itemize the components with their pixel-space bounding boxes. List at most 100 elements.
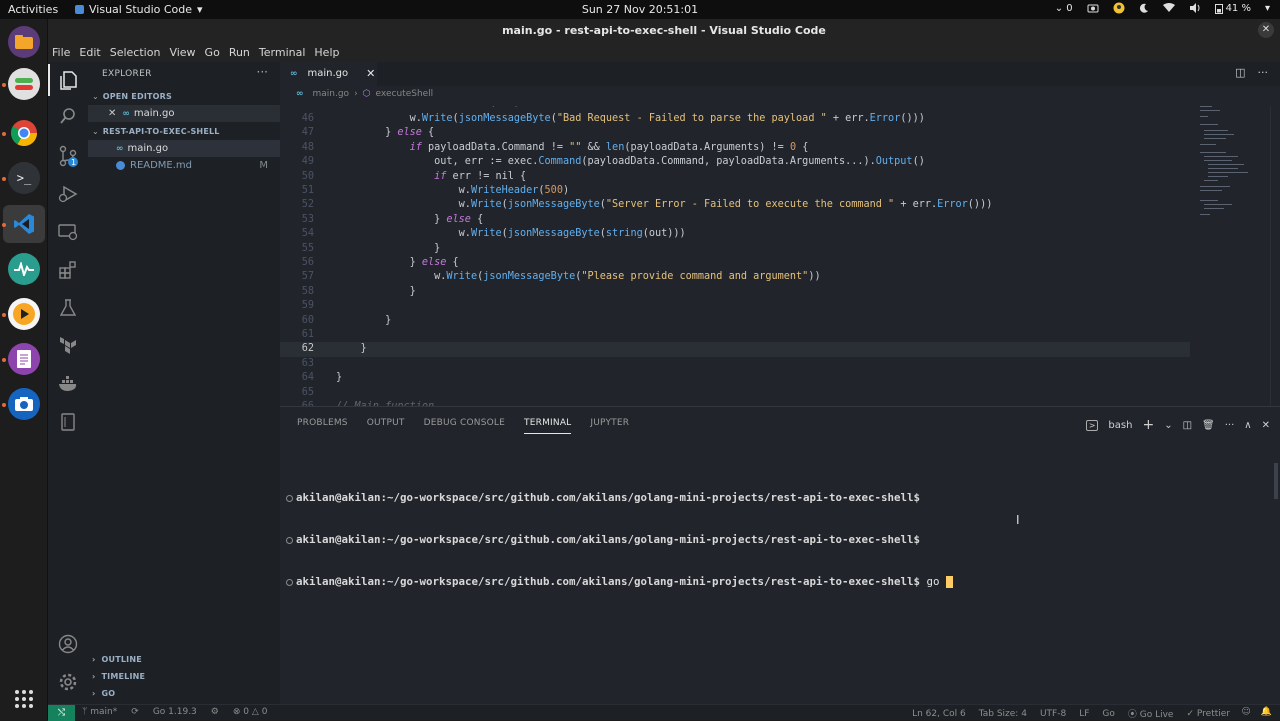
outline-section[interactable]: › OUTLINE [92, 651, 142, 668]
notification-indicator[interactable]: ⌄ 0 [1055, 3, 1073, 14]
close-window-button[interactable]: ✕ [1258, 22, 1274, 38]
system-tray[interactable]: ⌄ 0 41 % ▾ [1055, 2, 1270, 14]
remote-explorer-icon[interactable] [48, 214, 88, 250]
power-menu-icon[interactable]: ▾ [1265, 3, 1270, 14]
app-menu[interactable]: Visual Studio Code ▾ [75, 3, 203, 16]
show-applications-icon[interactable] [8, 683, 40, 715]
battery-indicator[interactable]: 41 % [1214, 3, 1251, 14]
split-editor-icon[interactable]: ◫ [1235, 66, 1245, 79]
code-line: 49 out, err := exec.Command(payloadData.… [301, 156, 925, 168]
tab-problems[interactable]: PROBLEMS [297, 418, 348, 434]
code-line: 54 w.Write(jsonMessageByte(string(out))) [301, 228, 686, 240]
menu-file[interactable]: File [52, 46, 70, 59]
extensions-icon[interactable] [48, 252, 88, 288]
code-area[interactable]: 45 w.WriteHeader(400) 46 w.Write(jsonMes… [280, 106, 1280, 406]
tab-terminal[interactable]: TERMINAL [524, 418, 572, 434]
code-line: 65 [301, 386, 314, 398]
chevron-down-icon[interactable]: ⌄ [1164, 420, 1172, 431]
prettier-button[interactable]: ✓ Prettier [1186, 709, 1230, 719]
tab-main-go[interactable]: ∞ main.go ✕ [280, 62, 377, 86]
editor-scrollbar[interactable] [1270, 106, 1280, 406]
chrome-icon[interactable] [8, 117, 40, 149]
screenshot-app-icon[interactable] [8, 388, 40, 420]
menu-help[interactable]: Help [314, 46, 339, 59]
file-item[interactable]: README.md M [88, 157, 280, 174]
screenshot-icon[interactable] [1087, 3, 1099, 13]
running-indicator [2, 177, 6, 181]
branch-indicator[interactable]: ᛘ main* [82, 707, 117, 717]
settings-toggle-icon[interactable] [8, 68, 40, 100]
minimap[interactable] [1196, 104, 1276, 224]
remote-indicator-icon[interactable]: ⤭ [48, 705, 75, 721]
wifi-icon[interactable] [1162, 3, 1175, 13]
open-editors-section[interactable]: ⌄ OPEN EDITORS [88, 88, 280, 105]
user-icon[interactable] [1113, 2, 1125, 14]
new-terminal-icon[interactable]: + [1142, 417, 1154, 433]
warning-icon: △ [251, 707, 259, 717]
project-section[interactable]: ⌄ REST-API-TO-EXEC-SHELL [88, 123, 280, 140]
go-env-icon[interactable]: ⚙ [211, 707, 219, 717]
go-version[interactable]: Go 1.19.3 [153, 707, 197, 717]
open-editor-item[interactable]: ✕ ∞ main.go [88, 105, 280, 122]
notebook-icon[interactable] [48, 404, 88, 440]
terminal-cursor [945, 576, 953, 588]
more-actions-icon[interactable]: ··· [1225, 420, 1235, 431]
run-debug-icon[interactable] [48, 176, 88, 212]
timeline-section[interactable]: › TIMELINE [92, 668, 145, 685]
running-indicator [2, 313, 6, 317]
terminal-scrollbar[interactable] [1274, 463, 1278, 499]
tab-jupyter[interactable]: JUPYTER [590, 418, 629, 434]
close-panel-icon[interactable]: ✕ [1262, 420, 1270, 431]
terminal-bash-icon[interactable]: > [1085, 419, 1099, 431]
accounts-icon[interactable] [48, 626, 88, 662]
cursor-position[interactable]: Ln 62, Col 6 [912, 709, 966, 719]
split-terminal-icon[interactable]: ◫ [1183, 420, 1192, 431]
go-section[interactable]: › GO [92, 685, 115, 702]
menu-edit[interactable]: Edit [79, 46, 100, 59]
text-editor-icon[interactable] [8, 343, 40, 375]
terminal-output[interactable]: akilan@akilan:~/go-workspace/src/github.… [286, 463, 953, 617]
health-app-icon[interactable] [8, 253, 40, 285]
shell-name[interactable]: bash [1108, 420, 1132, 431]
language-mode[interactable]: Go [1102, 709, 1114, 719]
explorer-icon[interactable] [48, 62, 88, 98]
activities-button[interactable]: Activities [8, 3, 58, 16]
feedback-icon[interactable]: ☺ [1241, 707, 1250, 717]
more-actions-icon[interactable]: ··· [1258, 66, 1269, 79]
sync-icon[interactable]: ⟳ [131, 707, 139, 717]
media-player-icon[interactable] [8, 298, 40, 330]
window-titlebar[interactable]: main.go - rest-api-to-exec-shell - Visua… [48, 19, 1280, 43]
close-icon[interactable]: ✕ [108, 108, 116, 119]
volume-icon[interactable] [1189, 3, 1201, 13]
vscode-icon[interactable] [8, 208, 40, 240]
menu-selection[interactable]: Selection [110, 46, 161, 59]
more-actions-icon[interactable]: ··· [257, 65, 268, 79]
menu-terminal[interactable]: Terminal [259, 46, 306, 59]
source-control-icon[interactable]: 1 [48, 138, 88, 174]
tab-output[interactable]: OUTPUT [367, 418, 405, 434]
encoding[interactable]: UTF-8 [1040, 709, 1066, 719]
search-icon[interactable] [48, 98, 88, 134]
go-live-button[interactable]: ⦿ Go Live [1128, 707, 1174, 720]
testing-flask-icon[interactable] [48, 290, 88, 326]
manage-gear-icon[interactable] [48, 664, 88, 700]
bell-icon[interactable]: 🔔 [1261, 707, 1272, 717]
menu-go[interactable]: Go [205, 46, 220, 59]
files-icon[interactable] [8, 26, 40, 58]
menu-run[interactable]: Run [229, 46, 250, 59]
double-check-icon: ✓ [1186, 708, 1197, 719]
tab-size[interactable]: Tab Size: 4 [979, 709, 1027, 719]
menu-view[interactable]: View [169, 46, 195, 59]
close-tab-icon[interactable]: ✕ [366, 67, 375, 80]
trash-icon[interactable]: 🗑 [1202, 420, 1215, 431]
vscode-small-icon [75, 5, 84, 14]
problems-indicator[interactable]: ⊗ 0 △ 0 [233, 707, 268, 717]
night-light-icon[interactable] [1139, 3, 1149, 13]
terraform-icon[interactable] [48, 328, 88, 364]
terminal-icon[interactable]: >_ [8, 162, 40, 194]
file-item[interactable]: ∞ main.go [88, 140, 280, 157]
end-of-line[interactable]: LF [1079, 709, 1089, 719]
docker-icon[interactable] [48, 366, 88, 402]
maximize-panel-icon[interactable]: ∧ [1244, 420, 1251, 431]
tab-debug-console[interactable]: DEBUG CONSOLE [424, 418, 505, 434]
